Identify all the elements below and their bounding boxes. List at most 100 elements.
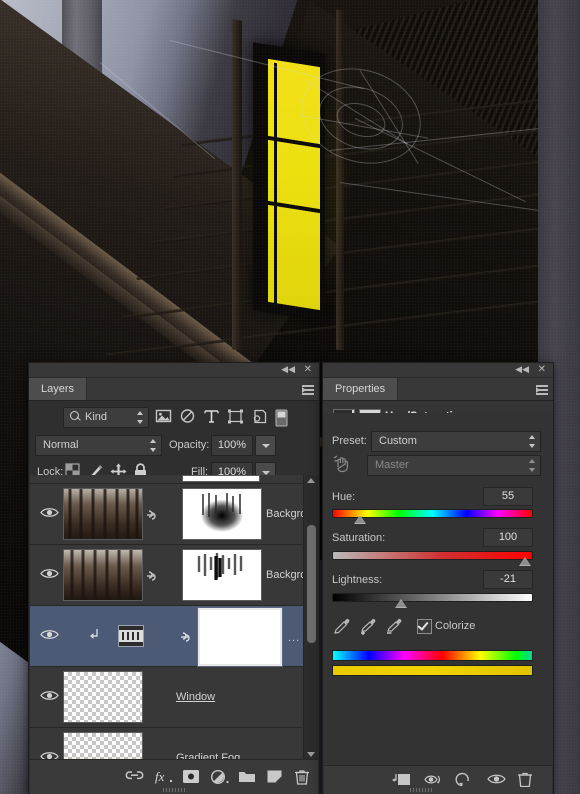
panel-resize-grip[interactable] [163, 788, 187, 792]
clipping-mask-arrow-icon [88, 628, 100, 642]
result-color-bar [332, 665, 533, 676]
tab-layers[interactable]: Layers [29, 378, 87, 400]
opacity-input[interactable]: 100% [211, 435, 253, 456]
scroll-up-arrow-icon[interactable] [307, 478, 315, 483]
layer-visibility-icon[interactable] [40, 567, 59, 581]
panel-menu-icon[interactable] [534, 385, 548, 395]
view-previous-state-icon[interactable] [424, 772, 442, 789]
layer-thumbnail[interactable] [63, 488, 143, 540]
blend-mode-value: Normal [43, 436, 78, 455]
saturation-value-input[interactable]: 100 [483, 528, 533, 547]
panel-resize-grip[interactable] [410, 788, 434, 792]
close-icon[interactable]: ✕ [304, 365, 312, 374]
layers-tabstrip[interactable]: Layers [29, 378, 319, 401]
colorize-checkbox[interactable] [417, 619, 432, 634]
channel-spinner[interactable] [529, 459, 536, 472]
link-layers-icon[interactable] [125, 769, 143, 786]
collapse-icon[interactable]: ◀◀ [515, 365, 529, 374]
smart-object-filter-icon[interactable] [251, 409, 268, 427]
delete-adjustment-icon[interactable] [517, 772, 535, 789]
list-item[interactable]: Backgrou... [30, 545, 318, 606]
layers-bottom-toolbar[interactable]: fx [30, 759, 318, 794]
preset-spinner[interactable] [529, 435, 536, 448]
vertical-beam [336, 10, 344, 351]
eyedropper-icon[interactable] [333, 617, 351, 635]
blend-mode-row[interactable]: Normal Opacity: 100% [29, 432, 319, 459]
list-item[interactable]: ... [30, 606, 318, 667]
lightness-value-input[interactable]: -21 [483, 570, 533, 589]
layers-panel[interactable]: ◀◀ ✕ Layers Kind [28, 362, 320, 794]
layer-mask-thumbnail[interactable] [182, 549, 262, 601]
properties-body[interactable]: Preset: Custom Master Hue: 55 Saturation… [323, 413, 553, 765]
eyedropper-add-icon[interactable] [359, 617, 377, 635]
preset-label: Preset: [332, 435, 367, 447]
properties-bottom-toolbar[interactable] [324, 765, 552, 794]
tab-properties[interactable]: Properties [323, 378, 398, 400]
opacity-dropdown-button[interactable] [255, 435, 276, 456]
shape-filter-icon[interactable] [227, 409, 244, 427]
layer-visibility-icon[interactable] [40, 689, 59, 703]
toggle-visibility-icon[interactable] [487, 772, 505, 789]
channel-select[interactable]: Master [367, 455, 541, 476]
delete-layer-icon[interactable] [294, 769, 312, 786]
list-item[interactable]: Window [30, 667, 318, 728]
clip-to-layer-icon[interactable] [392, 772, 410, 789]
layer-thumbnail[interactable] [63, 549, 143, 601]
add-layer-style-icon[interactable]: fx [154, 769, 172, 786]
adjustment-filter-icon[interactable] [179, 409, 196, 427]
layer-mask-thumbnail[interactable] [182, 475, 260, 482]
scrollbar-thumb[interactable] [307, 525, 316, 643]
on-image-adjustment-hand-icon[interactable] [332, 453, 352, 473]
saturation-slider-track[interactable] [332, 551, 533, 560]
layer-name[interactable]: Window [176, 691, 215, 703]
new-layer-icon[interactable] [266, 769, 284, 786]
blend-mode-spinner[interactable] [150, 439, 157, 452]
adjustment-layer-thumbnail[interactable] [118, 625, 144, 647]
link-mask-icon[interactable] [178, 630, 191, 644]
list-item[interactable]: Gradient Fog [30, 728, 318, 760]
layer-thumbnail[interactable] [63, 732, 143, 760]
layer-filter-row[interactable]: Kind [29, 405, 319, 432]
layer-visibility-icon[interactable] [40, 628, 59, 642]
opacity-label: Opacity: [169, 439, 209, 451]
saturation-slider-knob[interactable] [519, 557, 531, 566]
filter-kind-select[interactable]: Kind [63, 407, 149, 428]
type-filter-icon[interactable] [203, 409, 220, 427]
lightness-label: Lightness: [332, 574, 382, 586]
layers-panel-titlebar[interactable]: ◀◀ ✕ [29, 363, 319, 378]
link-mask-icon[interactable] [144, 508, 157, 522]
lightness-slider-knob[interactable] [395, 599, 407, 608]
pixel-filter-icon[interactable] [155, 409, 172, 427]
layer-thumbnail[interactable] [63, 671, 143, 723]
eyedropper-subtract-icon[interactable] [385, 617, 403, 635]
reset-icon[interactable] [454, 772, 472, 789]
preset-select[interactable]: Custom [371, 431, 541, 452]
hue-slider-knob[interactable] [354, 515, 366, 524]
lightness-slider-track[interactable] [332, 593, 533, 602]
filter-toggle-icon[interactable] [275, 409, 292, 427]
blend-mode-select[interactable]: Normal [35, 435, 162, 456]
properties-tabstrip[interactable]: Properties [323, 378, 553, 401]
properties-panel-titlebar[interactable]: ◀◀ ✕ [323, 363, 553, 378]
close-icon[interactable]: ✕ [538, 365, 546, 374]
search-icon [70, 411, 81, 422]
svg-text:fx: fx [155, 769, 165, 784]
layer-list[interactable]: Backgrou... [30, 475, 318, 760]
new-group-icon[interactable] [238, 769, 256, 786]
collapse-icon[interactable]: ◀◀ [281, 365, 295, 374]
link-mask-icon[interactable] [144, 569, 157, 583]
add-layer-mask-icon[interactable] [182, 769, 200, 786]
table-row[interactable] [30, 475, 318, 484]
layer-mask-thumbnail[interactable] [182, 488, 262, 540]
layer-mask-thumbnail[interactable] [198, 608, 282, 666]
hue-value-input[interactable]: 55 [483, 487, 533, 506]
filter-kind-label: Kind [85, 408, 107, 427]
panel-menu-icon[interactable] [300, 385, 314, 395]
properties-panel[interactable]: ◀◀ ✕ Properties Hue/Saturation Preset: C… [322, 362, 554, 794]
layer-list-scrollbar[interactable] [303, 475, 318, 760]
layer-visibility-icon[interactable] [40, 506, 59, 520]
filter-kind-spinner[interactable] [137, 411, 144, 424]
scroll-down-arrow-icon[interactable] [307, 752, 315, 757]
list-item[interactable]: Backgrou... [30, 484, 318, 545]
new-adjustment-layer-icon[interactable] [210, 769, 228, 786]
